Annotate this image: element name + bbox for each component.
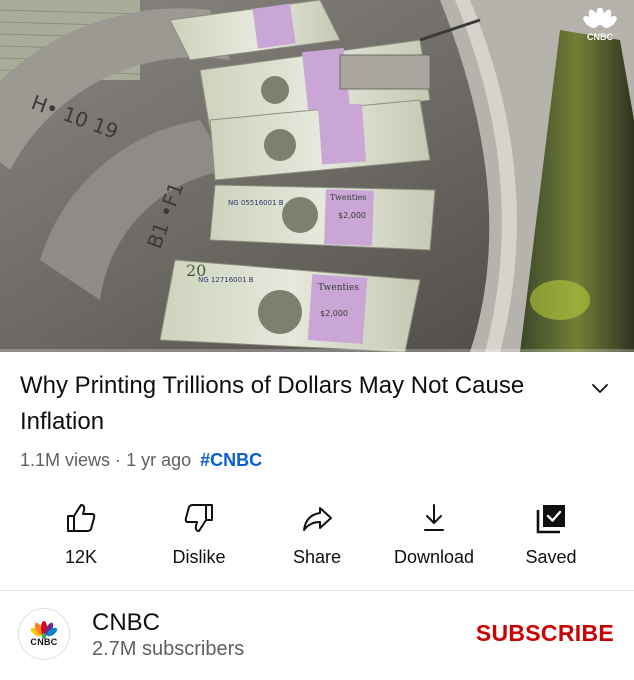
bill-serial: NG 12716001 B xyxy=(198,276,254,284)
bill-number: 20 xyxy=(186,261,206,280)
save-button[interactable]: Saved xyxy=(492,500,610,576)
video-meta: 1.1M views · 1 yr ago #CNBC xyxy=(20,450,262,471)
cnbc-watermark: CNBC xyxy=(578,7,622,42)
channel-avatar[interactable]: CNBC xyxy=(18,608,70,660)
video-thumbnail: H• 10 19 B1 •F1 NG 05516001 B Twenties $… xyxy=(0,0,634,352)
meta-separator: · xyxy=(115,450,122,470)
video-player[interactable]: H• 10 19 B1 •F1 NG 05516001 B Twenties $… xyxy=(0,0,634,352)
progress-bar[interactable] xyxy=(0,349,634,352)
share-icon xyxy=(299,500,335,536)
peacock-logo-icon: CNBC xyxy=(583,7,617,42)
chevron-down-icon xyxy=(592,384,608,393)
thumbs-down-icon xyxy=(181,500,217,536)
subscribe-button[interactable]: SUBSCRIBE xyxy=(476,620,614,647)
band-amount: $2,000 xyxy=(338,211,366,220)
download-button[interactable]: Download xyxy=(375,500,493,576)
saved-icon xyxy=(533,500,569,536)
like-count: 12K xyxy=(64,547,98,567)
thumbs-up-icon xyxy=(63,500,99,536)
hashtag-link[interactable]: #CNBC xyxy=(200,450,262,470)
band-amount: $2,000 xyxy=(320,309,348,318)
band-label: Twenties xyxy=(330,193,366,202)
saved-label: Saved xyxy=(525,547,577,567)
dislike-button[interactable]: Dislike xyxy=(140,500,258,576)
channel-name[interactable]: CNBC xyxy=(92,609,160,637)
band-label: Twenties xyxy=(318,283,359,293)
expand-description-button[interactable] xyxy=(588,376,612,400)
avatar-text: CNBC xyxy=(30,637,58,647)
download-icon xyxy=(416,500,452,536)
divider xyxy=(0,590,634,591)
share-button[interactable]: Share xyxy=(258,500,376,576)
action-bar: 12K Dislike Share Download Saved xyxy=(0,500,634,580)
dislike-label: Dislike xyxy=(172,547,226,567)
video-title[interactable]: Why Printing Trillions of Dollars May No… xyxy=(20,368,560,440)
view-count: 1.1M views xyxy=(20,450,111,470)
upload-age: 1 yr ago xyxy=(126,450,192,470)
share-label: Share xyxy=(292,547,342,567)
bill-serial: NG 05516001 B xyxy=(228,199,284,207)
subscriber-count: 2.7M subscribers xyxy=(92,638,245,660)
like-button[interactable]: 12K xyxy=(22,500,140,576)
download-label: Download xyxy=(393,547,475,567)
watermark-text: CNBC xyxy=(587,32,613,42)
